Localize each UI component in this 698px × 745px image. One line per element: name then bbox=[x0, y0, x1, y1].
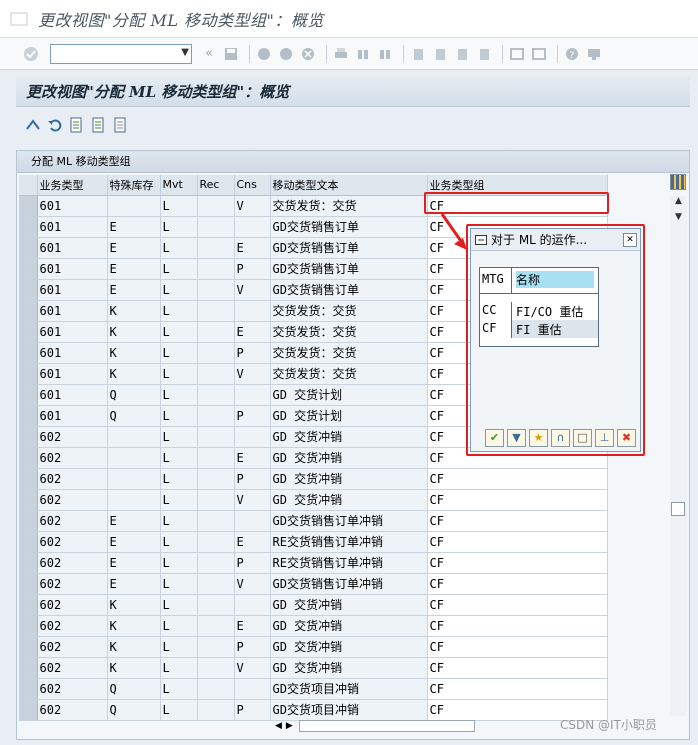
list-item[interactable]: CF FI 重估 bbox=[480, 320, 598, 338]
watermark: CSDN @IT小职员 bbox=[560, 718, 657, 732]
entry-code: CC bbox=[480, 302, 512, 320]
filter-icon[interactable]: ▼ bbox=[507, 429, 526, 447]
find-icon[interactable]: ∩ bbox=[551, 429, 570, 447]
pin-icon[interactable]: ⊥ bbox=[595, 429, 614, 447]
new-icon[interactable]: □ bbox=[573, 429, 592, 447]
popup-title: 对于 ML 的运作... bbox=[491, 233, 588, 247]
entry-name: FI 重估 bbox=[512, 320, 598, 338]
popup-toolbar: ✔ ▼ ★ ∩ □ ⊥ ✖ bbox=[485, 429, 639, 447]
popup-column-code[interactable]: MTG bbox=[480, 268, 512, 293]
sort-icon[interactable]: ★ bbox=[529, 429, 548, 447]
entry-name: FI/CO 重估 bbox=[516, 305, 584, 319]
popup-column-name-label: 名称 bbox=[516, 271, 594, 288]
confirm-icon[interactable]: ✔ bbox=[485, 429, 504, 447]
cancel-icon[interactable]: ✖ bbox=[617, 429, 636, 447]
popup-list-header: MTG 名称 bbox=[480, 268, 598, 294]
popup-header: 对于 ML 的运作... ✕ bbox=[471, 229, 640, 251]
value-help-popup: 对于 ML 的运作... ✕ MTG 名称 CC FI/CO 重估 CF FI … bbox=[470, 228, 641, 452]
popup-list: MTG 名称 CC FI/CO 重估 CF FI 重估 bbox=[479, 267, 599, 347]
close-icon[interactable]: ✕ bbox=[623, 232, 637, 247]
entry-code: CF bbox=[480, 320, 512, 338]
popup-column-name[interactable]: 名称 bbox=[512, 268, 598, 293]
dialog-icon bbox=[475, 234, 487, 246]
list-item[interactable]: CC FI/CO 重估 bbox=[480, 302, 598, 320]
